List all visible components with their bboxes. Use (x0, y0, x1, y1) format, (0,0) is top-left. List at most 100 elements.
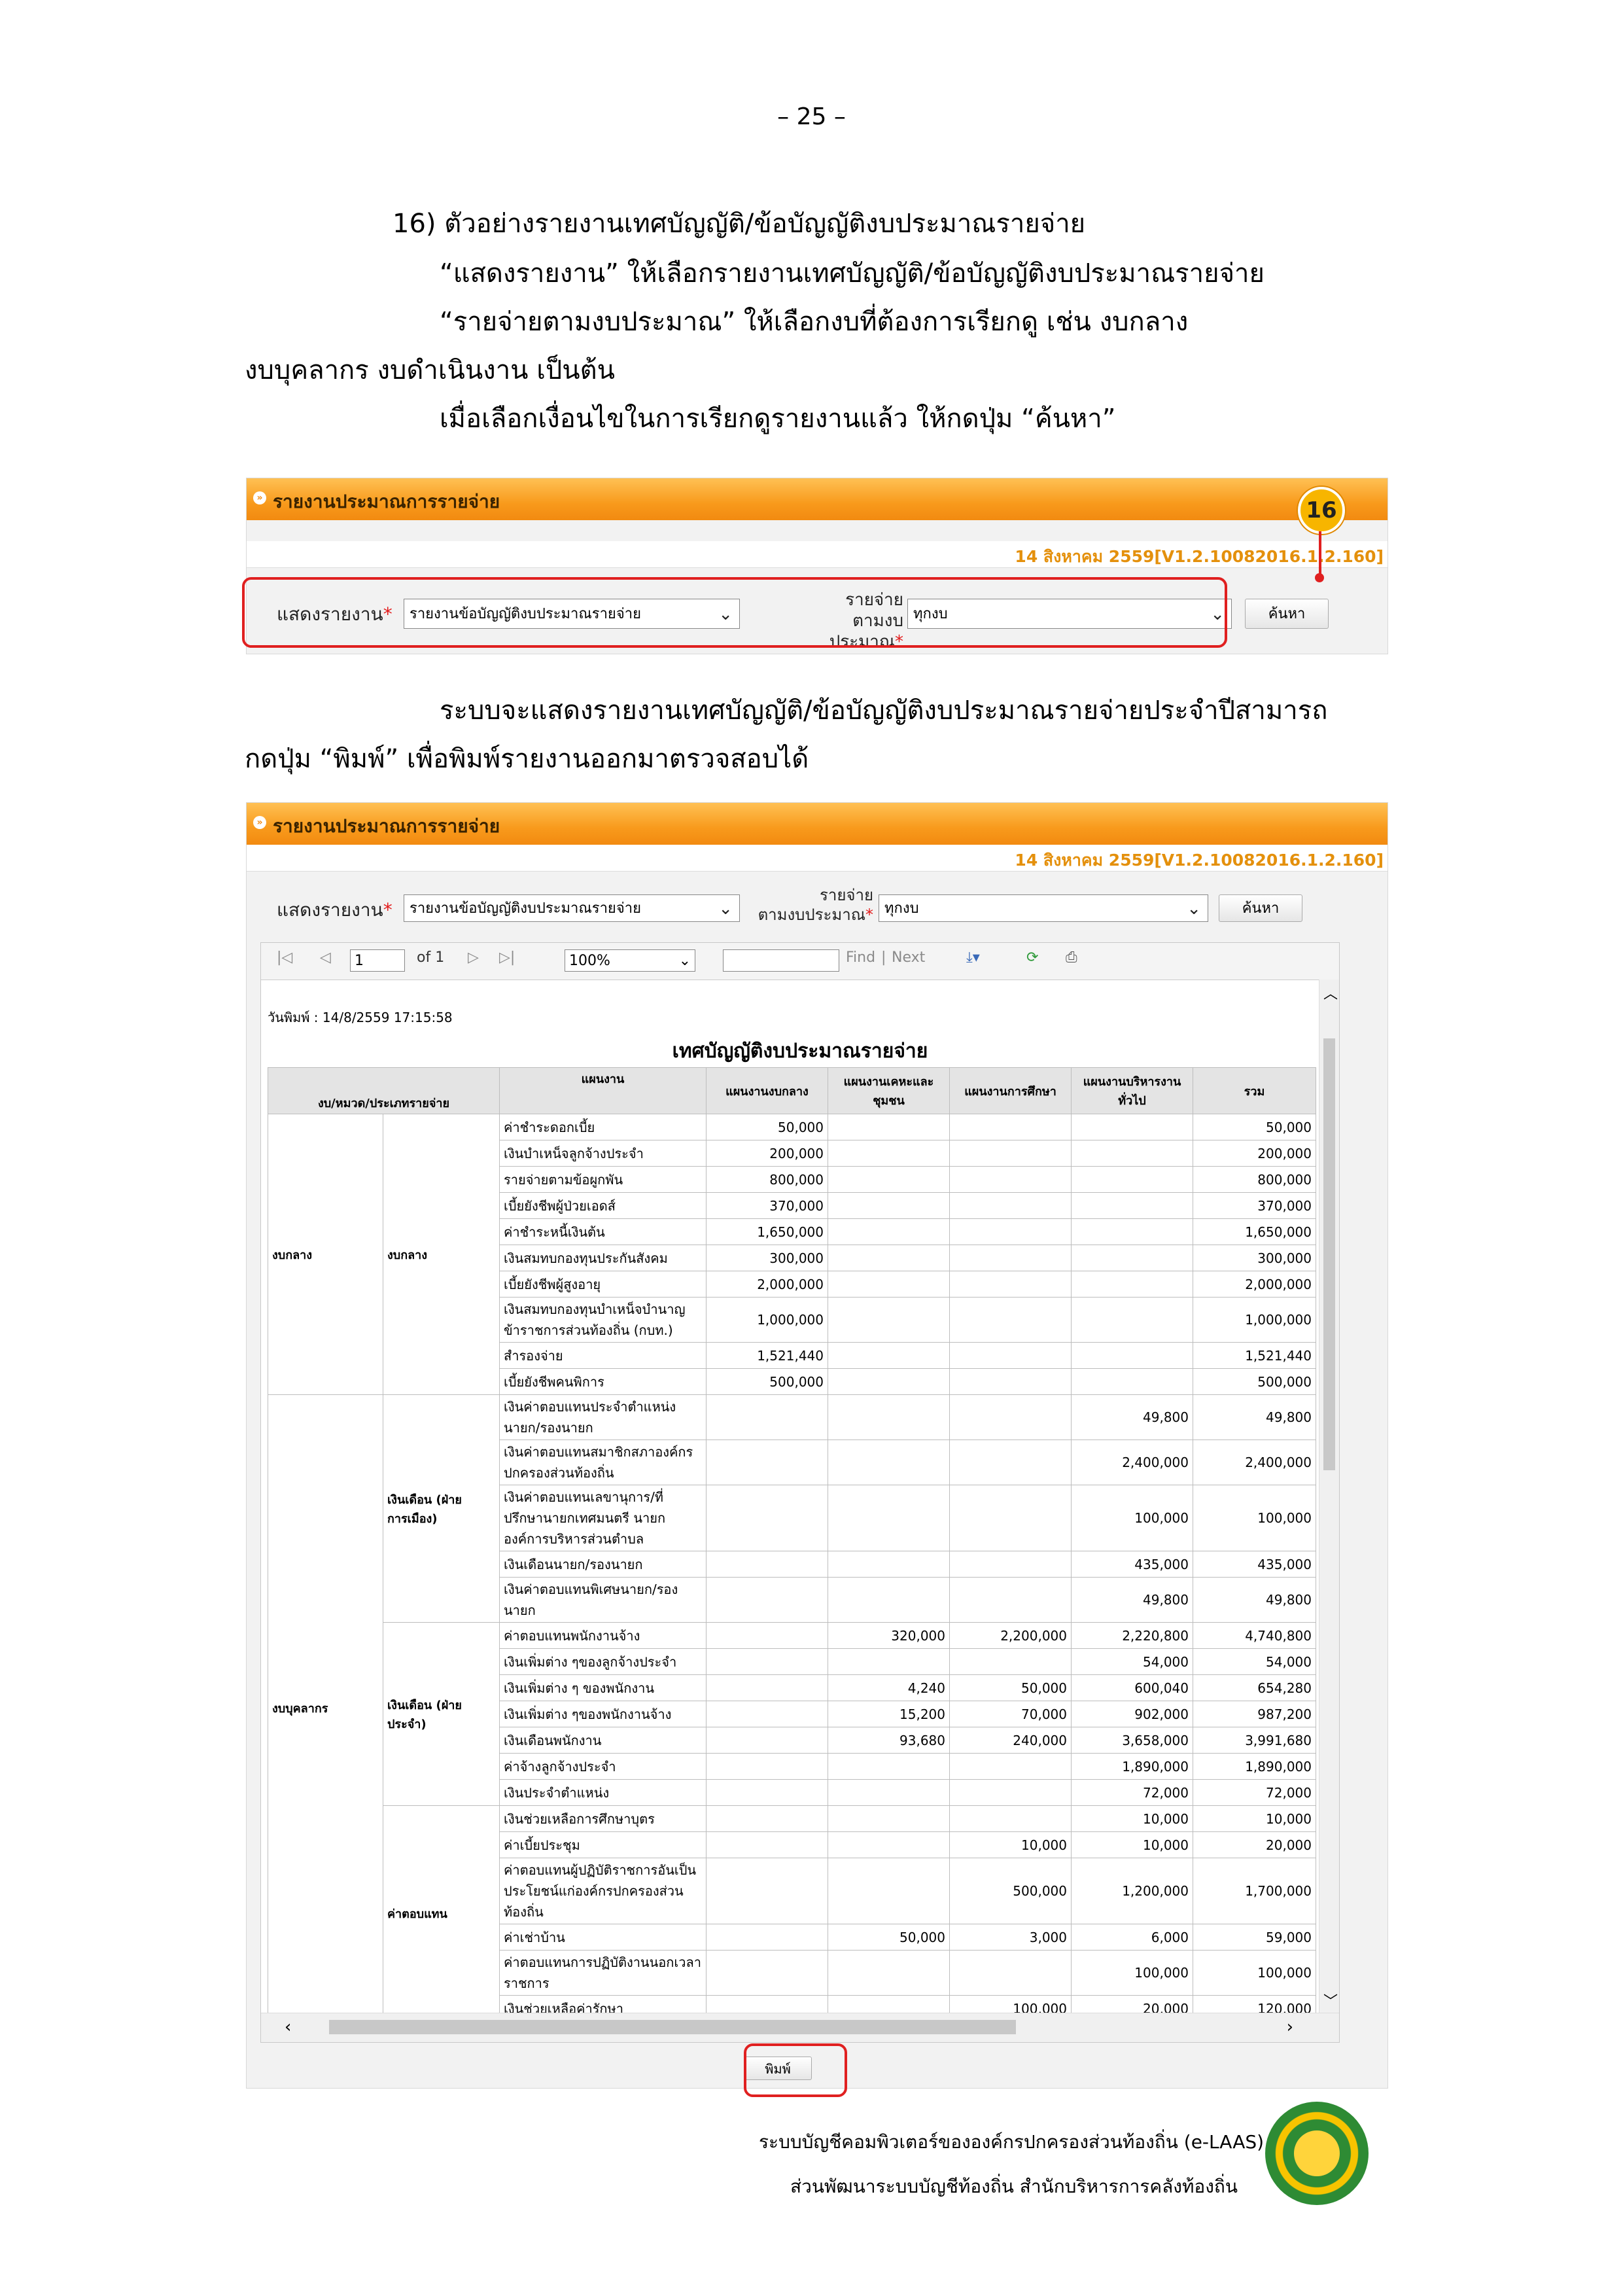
group-cell: งบบุคลากร (268, 1394, 383, 2022)
value-cell (949, 1779, 1072, 1806)
print-icon[interactable]: ⎙ (1066, 949, 1077, 966)
panel-title: รายงานประมาณการรายจ่าย (273, 491, 500, 512)
next-link[interactable]: Next (892, 949, 925, 966)
value-cell (706, 1674, 828, 1701)
value-cell: 93,680 (828, 1727, 950, 1754)
value-cell: 3,991,680 (1193, 1727, 1316, 1754)
callout-dot (1315, 573, 1324, 582)
value-cell (1071, 1192, 1193, 1219)
value-cell (949, 1218, 1072, 1245)
horizontal-scroll-thumb[interactable] (329, 2020, 1016, 2034)
vertical-scroll-thumb[interactable] (1323, 1038, 1335, 1470)
item-cell: ค่าเช่าบ้าน (499, 1924, 707, 1951)
item-cell: เงินเพิ่มต่าง ๆของลูกจ้างประจำ (499, 1648, 707, 1675)
value-cell (706, 1701, 828, 1727)
prev-page-icon[interactable]: ◁ (320, 949, 331, 966)
value-cell: 4,740,800 (1193, 1622, 1316, 1649)
value-cell (706, 1727, 828, 1754)
vertical-scrollbar[interactable]: ︿ ﹀ (1319, 980, 1339, 2013)
arrow-icon: » (253, 816, 266, 829)
value-cell (828, 1950, 950, 1996)
value-cell: 10,000 (1193, 1805, 1316, 1832)
value-cell: 240,000 (949, 1727, 1072, 1754)
export-icon[interactable]: ⤓▾ (966, 949, 980, 966)
value-cell: 50,000 (828, 1924, 950, 1951)
value-cell: 800,000 (1193, 1166, 1316, 1193)
item-cell: เงินค่าตอบแทนประจำตำแหน่งนายก/รองนายก (499, 1394, 707, 1440)
item-cell: ค่าจ้างลูกจ้างประจำ (499, 1753, 707, 1780)
budget-table: งบ/หมวด/ประเภทรายจ่าย แผนงาน แผนงานงบกลา… (268, 1067, 1316, 2022)
value-cell (706, 1577, 828, 1623)
budget-label: รายจ่าย ตามงบประมาณ* (758, 886, 873, 924)
last-page-icon[interactable]: ▷| (499, 949, 515, 966)
item-cell: ค่าตอบแทนผู้ปฏิบัติราชการอันเป็นประโยชน์… (499, 1858, 707, 1924)
intro-line-4: งบบุคลากร งบดำเนินงาน เป็นต้น (245, 355, 615, 385)
scroll-down-icon[interactable]: ﹀ (1323, 1990, 1338, 2011)
subgroup-cell: ค่าตอบแทน (383, 1805, 500, 2022)
search-button[interactable]: ค้นหา (1245, 599, 1329, 629)
value-cell: 1,000,000 (706, 1297, 828, 1343)
horizontal-scrollbar[interactable]: ‹ › (261, 2013, 1339, 2042)
value-cell: 20,000 (1193, 1831, 1316, 1858)
value-cell (828, 1805, 950, 1832)
item-cell: เงินเดือนพนักงาน (499, 1727, 707, 1754)
budget-select[interactable]: ทุกงบ ⌄ (879, 894, 1208, 922)
value-cell: 3,000 (949, 1924, 1072, 1951)
value-cell (828, 1439, 950, 1485)
value-cell: 600,040 (1071, 1674, 1193, 1701)
next-page-icon[interactable]: ▷ (468, 949, 479, 966)
value-cell (828, 1368, 950, 1395)
page-number-input[interactable]: 1 (350, 949, 405, 972)
value-cell: 72,000 (1193, 1779, 1316, 1806)
value-cell (949, 1114, 1072, 1140)
value-cell (706, 1648, 828, 1675)
find-input[interactable] (723, 949, 839, 972)
value-cell: 10,000 (1071, 1831, 1193, 1858)
scroll-up-icon[interactable]: ︿ (1323, 982, 1338, 1003)
first-page-icon[interactable]: |◁ (277, 949, 292, 966)
value-cell (949, 1297, 1072, 1343)
col-total: รวม (1193, 1067, 1316, 1114)
item-cell: ค่าตอบแทนพนักงานจ้าง (499, 1622, 707, 1649)
value-cell: 49,800 (1193, 1577, 1316, 1623)
col-education: แผนงานการศึกษา (949, 1067, 1072, 1114)
value-cell: 1,521,440 (706, 1342, 828, 1369)
version-text: 14 สิงหาคม 2559[V1.2.10082016.1.2.160] (1015, 851, 1384, 870)
value-cell (1071, 1342, 1193, 1369)
value-cell (949, 1140, 1072, 1167)
value-cell (828, 1753, 950, 1780)
item-cell: เงินค่าตอบแทนสมาชิกสภาองค์กรปกครองส่วนท้… (499, 1439, 707, 1485)
table-row: ค่าตอบแทน เงินช่วยเหลือการศึกษาบุตร 10,000… (268, 1805, 1316, 2022)
page-number: – 25 – (777, 103, 846, 130)
zoom-select[interactable]: 100% ⌄ (565, 949, 695, 972)
value-cell: 987,200 (1193, 1701, 1316, 1727)
value-cell: 70,000 (949, 1701, 1072, 1727)
item-cell: รายจ่ายตามข้อผูกพัน (499, 1166, 707, 1193)
value-cell: 49,800 (1071, 1394, 1193, 1440)
value-cell (949, 1805, 1072, 1832)
refresh-icon[interactable]: ⟳ (1026, 949, 1038, 966)
value-cell (949, 1192, 1072, 1219)
col-category: งบ/หมวด/ประเภทรายจ่าย (268, 1067, 500, 1114)
col-central: แผนงานงบกลาง (706, 1067, 828, 1114)
item-cell: เงินประจำตำแหน่ง (499, 1779, 707, 1806)
value-cell: 1,700,000 (1193, 1858, 1316, 1924)
value-cell (706, 1622, 828, 1649)
value-cell: 2,000,000 (706, 1271, 828, 1298)
value-cell (828, 1114, 950, 1140)
value-cell (706, 1831, 828, 1858)
version-bar: 14 สิงหาคม 2559[V1.2.10082016.1.2.160] (247, 845, 1387, 872)
scroll-right-icon[interactable]: › (1287, 2017, 1293, 2037)
scroll-left-icon[interactable]: ‹ (285, 2017, 291, 2037)
report-select[interactable]: รายงานข้อบัญญัติงบประมาณรายจ่าย ⌄ (404, 894, 740, 922)
item-cell: เงินค่าตอบแทนเลขานุการ/ที่ปรึกษานายกเทศม… (499, 1485, 707, 1551)
value-cell: 902,000 (1071, 1701, 1193, 1727)
find-link[interactable]: Find (846, 949, 875, 966)
step-callout: 16 (1298, 487, 1345, 534)
value-cell (1071, 1166, 1193, 1193)
value-cell (706, 1394, 828, 1440)
search-button[interactable]: ค้นหา (1219, 894, 1302, 922)
panel-header: » รายงานประมาณการรายจ่าย (247, 803, 1387, 845)
value-cell: 2,000,000 (1193, 1271, 1316, 1298)
intro-line-3: “รายจ่ายตามงบประมาณ” ให้เลือกงบที่ต้องกา… (440, 307, 1189, 337)
